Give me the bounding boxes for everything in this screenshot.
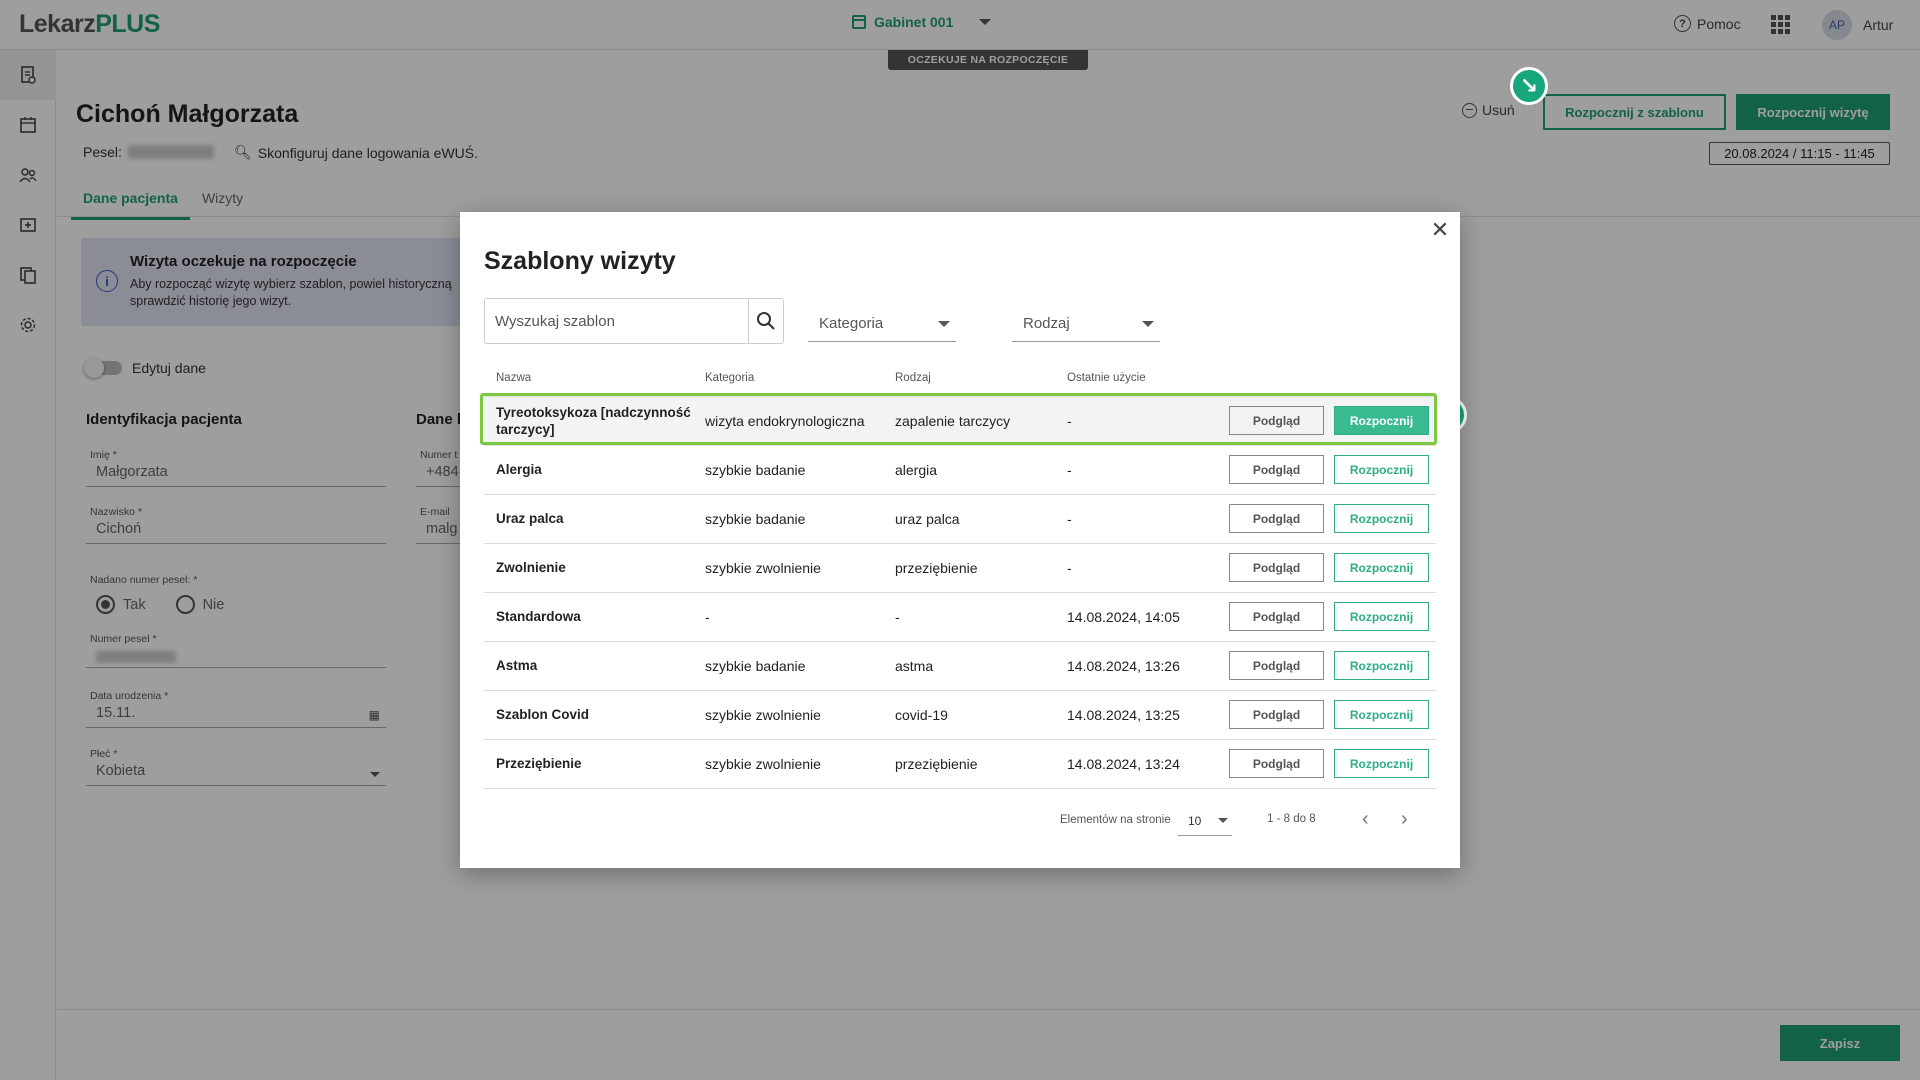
category-select[interactable]: Kategoria [808,306,956,342]
table-row[interactable]: Szablon Covid szybkie zwolnienie covid-19 1… [484,690,1436,740]
column-header: Ostatnie użycie [1055,360,1215,397]
search-icon [757,312,775,330]
kind-select[interactable]: Rodzaj [1012,306,1160,342]
preview-button[interactable]: Podgląd [1229,455,1324,484]
preview-button[interactable]: Podgląd [1229,406,1324,435]
table-row[interactable]: Standardowa - -14.08.2024, 14:05 Podgląd Roz… [484,592,1436,642]
prev-page-icon[interactable]: ‹ [1362,808,1369,831]
modal-title: Szablony wizyty [484,247,676,275]
template-last-used: 14.08.2024, 13:26 [1055,641,1215,691]
table-row[interactable]: Tyreotoksykoza [nadczynność tarczycy] wiz… [484,396,1436,446]
next-page-icon[interactable]: › [1401,808,1408,831]
template-last-used: 14.08.2024, 14:05 [1055,592,1215,642]
start-template-button[interactable]: Rozpocznij [1334,700,1429,729]
row-actions: Podgląd Rozpocznij [1215,494,1436,544]
template-last-used: 14.08.2024, 13:24 [1055,739,1215,789]
template-last-used: - [1055,396,1215,446]
row-actions: Podgląd Rozpocznij [1215,690,1436,740]
search-button[interactable] [748,299,783,343]
column-header: Kategoria [693,360,883,397]
chevron-down-icon [938,320,950,327]
table-row[interactable]: Alergia szybkie badanie alergia - Podgląd Roz… [484,445,1436,495]
template-kind: astma [883,641,1055,691]
template-last-used: 14.08.2024, 13:25 [1055,690,1215,740]
template-name: Standardowa [484,592,693,642]
template-kind: uraz palca [883,494,1055,544]
chevron-down-icon [1218,818,1228,823]
table-row[interactable]: Astma szybkie badanie astma 14.08.2024, 13:… [484,641,1436,691]
preview-button[interactable]: Podgląd [1229,602,1324,631]
template-kind: przeziębienie [883,739,1055,789]
column-header: Rodzaj [883,360,1055,397]
template-kind: - [883,592,1055,642]
row-actions: Podgląd Rozpocznij [1215,445,1436,495]
template-search [484,298,784,344]
template-last-used: - [1055,543,1215,593]
column-header-actions [1215,360,1436,397]
arrow-down-right-icon: ↘ [1510,67,1548,105]
template-category: szybkie badanie [693,445,883,495]
template-kind: zapalenie tarczycy [883,396,1055,446]
template-kind: covid-19 [883,690,1055,740]
table-row[interactable]: Przeziębienie szybkie zwolnienie przeziębi… [484,739,1436,789]
template-name: Uraz palca [484,494,693,544]
start-template-button[interactable]: Rozpocznij [1334,406,1429,435]
start-template-button[interactable]: Rozpocznij [1334,651,1429,680]
templates-modal: ✕ Szablony wizyty Kategoria Rodzaj Nazwa… [460,212,1460,868]
start-template-button[interactable]: Rozpocznij [1334,749,1429,778]
page-range: 1 - 8 do 8 [1267,813,1316,825]
table-row[interactable]: Uraz palca szybkie badanie uraz palca - Podg… [484,494,1436,544]
template-last-used: - [1055,494,1215,544]
row-actions: Podgląd Rozpocznij [1215,641,1436,691]
template-kind: alergia [883,445,1055,495]
table-header-row: Nazwa Kategoria Rodzaj Ostatnie użycie [484,360,1436,397]
column-header: Nazwa [484,360,693,397]
template-category: szybkie zwolnienie [693,543,883,593]
per-page-select[interactable]: 10 [1178,806,1232,836]
template-kind: przeziębienie [883,543,1055,593]
template-name: Astma [484,641,693,691]
preview-button[interactable]: Podgląd [1229,504,1324,533]
template-name: Alergia [484,445,693,495]
preview-button[interactable]: Podgląd [1229,553,1324,582]
preview-button[interactable]: Podgląd [1229,651,1324,680]
close-icon[interactable]: ✕ [1428,217,1452,242]
template-name: Tyreotoksykoza [nadczynność tarczycy] [484,396,693,446]
template-last-used: - [1055,445,1215,495]
template-name: Szablon Covid [484,690,693,740]
chevron-down-icon [1142,320,1154,327]
row-actions: Podgląd Rozpocznij [1215,592,1436,642]
pagination: Elementów na stronie 10 1 - 8 do 8 ‹ › [460,802,1460,842]
start-template-button[interactable]: Rozpocznij [1334,553,1429,582]
row-actions: Podgląd Rozpocznij [1215,396,1436,446]
per-page-label: Elementów na stronie [1060,814,1171,826]
template-category: szybkie badanie [693,494,883,544]
table-row[interactable]: Zwolnienie szybkie zwolnienie przeziębieni… [484,543,1436,593]
preview-button[interactable]: Podgląd [1229,749,1324,778]
start-template-button[interactable]: Rozpocznij [1334,602,1429,631]
template-category: - [693,592,883,642]
template-category: szybkie zwolnienie [693,739,883,789]
row-actions: Podgląd Rozpocznij [1215,543,1436,593]
template-name: Przeziębienie [484,739,693,789]
template-category: szybkie badanie [693,641,883,691]
row-actions: Podgląd Rozpocznij [1215,739,1436,789]
start-template-button[interactable]: Rozpocznij [1334,455,1429,484]
search-input[interactable] [485,299,748,343]
template-name: Zwolnienie [484,543,693,593]
preview-button[interactable]: Podgląd [1229,700,1324,729]
template-category: wizyta endokrynologiczna [693,396,883,446]
templates-table: Nazwa Kategoria Rodzaj Ostatnie użycie T… [484,360,1436,789]
start-template-button[interactable]: Rozpocznij [1334,504,1429,533]
template-category: szybkie zwolnienie [693,690,883,740]
